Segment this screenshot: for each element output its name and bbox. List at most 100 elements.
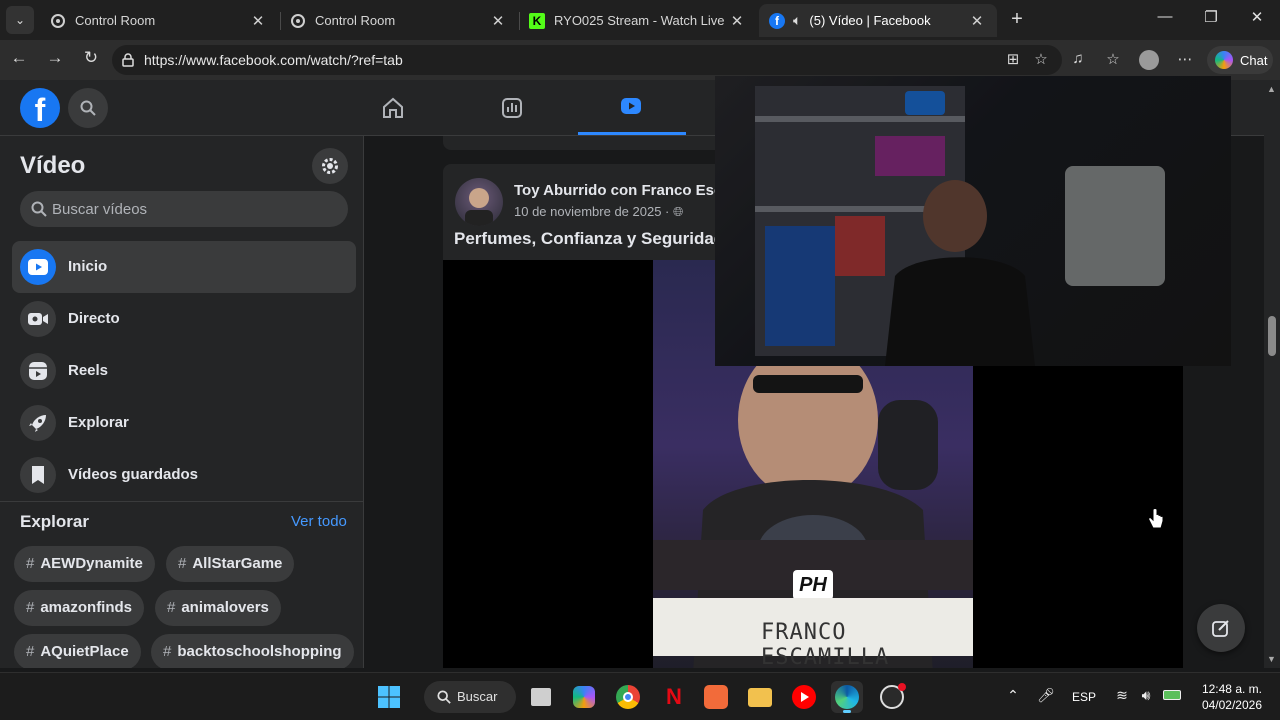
forward-button[interactable]: → xyxy=(42,48,68,72)
search-videos-input[interactable] xyxy=(52,191,332,227)
page-name-link[interactable]: Toy Aburrido con Franco Esca xyxy=(514,182,731,199)
hashtag-icon: # xyxy=(26,643,35,660)
close-icon[interactable]: ✕ xyxy=(727,12,747,30)
obs-icon[interactable] xyxy=(876,681,908,713)
close-window-button[interactable]: ✕ xyxy=(1242,8,1272,32)
sidebar-item-explorar[interactable]: Explorar xyxy=(12,397,356,449)
sidebar-item-reels[interactable]: Reels xyxy=(12,345,356,397)
volume-icon[interactable]: 🔊︎ xyxy=(1136,687,1156,707)
rocket-icon xyxy=(20,405,56,441)
post-timestamp[interactable]: 10 de noviembre de 2025 · 🌐︎ xyxy=(514,204,683,220)
restore-button[interactable]: ❐ xyxy=(1196,8,1226,32)
clock-date[interactable]: 04/02/2026 xyxy=(1198,698,1262,712)
tab-control-room-2[interactable]: Control Room ✕ xyxy=(280,4,518,37)
hashtag-icon: # xyxy=(26,599,35,616)
overlay-badge: PH xyxy=(793,570,833,600)
hashtag-icon: # xyxy=(26,555,35,572)
speaker-icon[interactable]: 🔈︎ xyxy=(793,12,801,29)
app-orange-icon[interactable] xyxy=(700,681,732,713)
hashtag-label: backtoschoolshopping xyxy=(177,643,342,660)
search-icon xyxy=(80,100,96,116)
file-explorer-icon[interactable] xyxy=(744,681,776,713)
windows-icon xyxy=(378,686,400,708)
compose-icon xyxy=(1212,620,1229,637)
scrollbar-thumb[interactable] xyxy=(1268,316,1276,356)
wifi-icon[interactable]: ≋ xyxy=(1112,687,1132,707)
tab-title: RYO025 Stream - Watch Live on Ki xyxy=(554,13,727,28)
new-tab-button[interactable]: + xyxy=(1004,8,1030,32)
edge-icon[interactable] xyxy=(831,681,863,713)
favorites-icon[interactable]: ☆ xyxy=(1102,50,1124,70)
hashtag-chip[interactable]: # animalovers xyxy=(155,590,281,626)
task-view-icon[interactable] xyxy=(525,681,557,713)
read-aloud-icon[interactable]: ♫ xyxy=(1067,50,1089,70)
reload-icon: ↻ xyxy=(83,48,99,67)
facebook-logo[interactable]: f xyxy=(20,88,60,128)
clock-time[interactable]: 12:48 a. m. xyxy=(1198,682,1262,696)
picture-in-picture-video[interactable] xyxy=(715,76,1231,366)
hashtag-chip[interactable]: # backtoschoolshopping xyxy=(151,634,354,668)
minimize-button[interactable]: — xyxy=(1150,8,1180,32)
hashtag-chip[interactable]: # amazonfinds xyxy=(14,590,145,626)
tab-control-room-1[interactable]: Control Room ✕ xyxy=(40,4,278,37)
hashtag-chip[interactable]: # AQuietPlace xyxy=(14,634,141,668)
netflix-icon[interactable]: N xyxy=(656,681,688,713)
chrome-icon[interactable] xyxy=(612,681,644,713)
bookmark-icon xyxy=(20,457,56,493)
hashtag-chip[interactable]: # AEWDynamite xyxy=(14,546,155,582)
avatar[interactable] xyxy=(455,178,503,226)
copilot-chat-button[interactable]: Chat xyxy=(1207,46,1273,74)
kick-icon: K xyxy=(529,12,545,29)
reload-button[interactable]: ↻ xyxy=(78,48,104,72)
start-button[interactable] xyxy=(373,681,405,713)
explore-heading: Explorar xyxy=(20,512,89,531)
nav-home[interactable] xyxy=(363,88,423,128)
profile-avatar-icon[interactable] xyxy=(1138,50,1160,70)
gear-icon xyxy=(322,158,338,174)
video-sidebar: Vídeo Inicio Directo Reels Explorar Víde xyxy=(0,136,364,668)
copilot-icon xyxy=(1215,51,1233,69)
tab-facebook-video[interactable]: f 🔈︎ (5) Vídeo | Facebook ✕ xyxy=(759,4,997,37)
close-icon[interactable]: ✕ xyxy=(488,12,508,30)
nav-dashboard[interactable] xyxy=(482,88,542,128)
gear-icon xyxy=(291,13,305,28)
settings-button[interactable] xyxy=(312,148,348,184)
favorite-star-icon[interactable]: ☆ xyxy=(1030,50,1052,70)
tab-list-dropdown[interactable]: ⌄ xyxy=(6,6,34,34)
active-tab-indicator xyxy=(578,132,686,135)
chevron-up-icon[interactable]: ⌃ xyxy=(1003,687,1023,707)
close-icon[interactable]: ✕ xyxy=(967,12,987,30)
sidebar-item-videos-guardados[interactable]: Vídeos guardados xyxy=(12,449,356,501)
microphone-icon[interactable]: 🎤︎ xyxy=(1036,687,1056,707)
facebook-search-button[interactable] xyxy=(68,88,108,128)
sidebar-item-directo[interactable]: Directo xyxy=(12,293,356,345)
scroll-down-icon[interactable]: ▼ xyxy=(1267,654,1276,664)
windows-taskbar: Buscar N ⌃ 🎤︎ ESP ≋ 🔊︎ 12:48 a. m. 04/02… xyxy=(0,672,1280,720)
sidebar-item-inicio[interactable]: Inicio xyxy=(12,241,356,293)
video-play-icon xyxy=(20,249,56,285)
hashtag-label: animalovers xyxy=(181,599,269,616)
post-title: Perfumes, Confianza y Seguridad! xyxy=(454,229,730,248)
nav-video[interactable] xyxy=(601,88,661,128)
language-indicator[interactable]: ESP xyxy=(1072,690,1096,704)
hashtag-chip[interactable]: # AllStarGame xyxy=(166,546,295,582)
new-message-button[interactable] xyxy=(1197,604,1245,652)
youtube-music-icon[interactable] xyxy=(788,681,820,713)
scroll-up-icon[interactable]: ▲ xyxy=(1267,84,1276,94)
page-scrollbar[interactable]: ▲ ▼ xyxy=(1264,80,1280,668)
back-button[interactable]: ← xyxy=(6,48,32,72)
more-options-icon[interactable]: ⋯ xyxy=(1174,50,1196,70)
copilot-icon[interactable] xyxy=(568,681,600,713)
close-icon[interactable]: ✕ xyxy=(248,12,268,30)
sidebar-item-label: Directo xyxy=(68,310,120,327)
hashtag-label: amazonfinds xyxy=(40,599,133,616)
see-all-link[interactable]: Ver todo xyxy=(291,513,347,530)
tab-title: (5) Vídeo | Facebook xyxy=(809,13,931,28)
taskbar-search[interactable]: Buscar xyxy=(424,681,516,713)
battery-icon[interactable] xyxy=(1162,687,1182,707)
app-available-icon[interactable]: ⊞ xyxy=(1002,50,1024,70)
tab-ryo025-stream[interactable]: K RYO025 Stream - Watch Live on Ki ✕ xyxy=(519,4,757,37)
pip-scene xyxy=(715,76,1231,366)
sidebar-item-label: Explorar xyxy=(68,414,129,431)
address-bar[interactable]: https://www.facebook.com/watch/?ref=tab … xyxy=(112,45,1062,75)
